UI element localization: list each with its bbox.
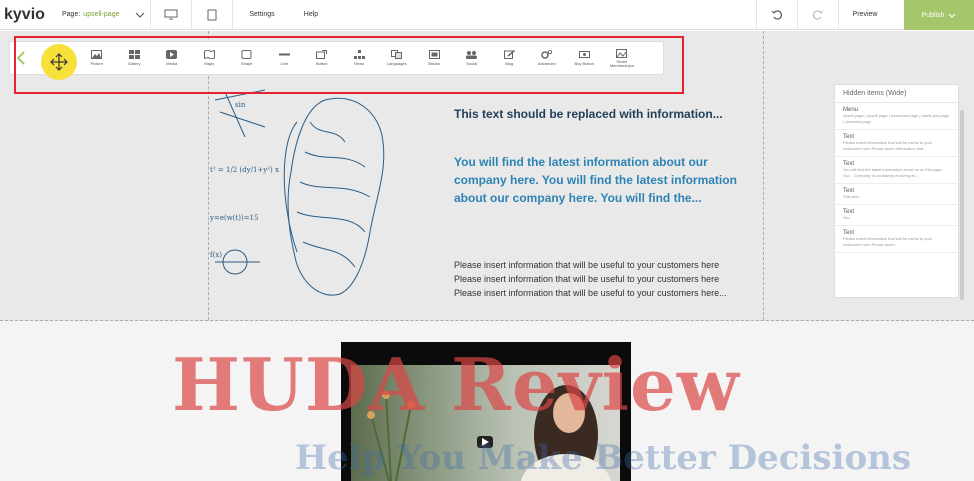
- desktop-view-button[interactable]: [151, 0, 191, 30]
- top-bar: kyvio Page: upsell-page Settings Help Pr…: [0, 0, 974, 30]
- svg-text:y=e(w(t))=15: y=e(w(t))=15: [209, 214, 258, 222]
- panel-scrollbar[interactable]: [960, 110, 964, 300]
- hidden-item[interactable]: Text Please insert information that will…: [835, 130, 958, 157]
- hidden-item-desc: You: [843, 215, 850, 220]
- move-handle[interactable]: [41, 44, 77, 80]
- page-label: Page:: [62, 11, 81, 18]
- hidden-item-desc: Please insert information that will be u…: [843, 140, 933, 151]
- hidden-item[interactable]: Text This text...: [835, 184, 958, 205]
- hidden-item[interactable]: Menu upsell-page | upsell-page | downloa…: [835, 103, 958, 130]
- hidden-item-desc: You will find the latest information abo…: [843, 167, 943, 178]
- svg-text:t² = 1/2 (dy/1+y²) x: t² = 1/2 (dy/1+y²) x: [210, 166, 279, 174]
- watermark-title: HUDA Review: [172, 342, 740, 427]
- chevron-down-icon: [949, 13, 956, 18]
- redo-icon: [813, 9, 824, 20]
- body-line: Please insert information that will be u…: [454, 274, 720, 284]
- svg-text:f(x): f(x): [210, 251, 222, 259]
- hidden-item-desc: upsell-page | upsell-page | download-pag…: [843, 113, 950, 124]
- body-line: Please insert information that will be u…: [454, 288, 727, 298]
- redo-button[interactable]: [798, 0, 838, 30]
- watermark-tagline: Help You Make Better Decisions: [295, 438, 912, 478]
- chevron-down-icon: [135, 12, 144, 18]
- hidden-item[interactable]: Text You will find the latest informatio…: [835, 157, 958, 184]
- svg-text:sin: sin: [235, 101, 246, 109]
- preview-button[interactable]: Preview: [839, 0, 891, 30]
- publish-button[interactable]: Publish: [904, 0, 974, 30]
- hidden-item[interactable]: Text Please insert information that will…: [835, 226, 958, 253]
- desktop-icon: [164, 9, 178, 20]
- section-heading[interactable]: This text should be replaced with inform…: [454, 107, 774, 121]
- hidden-item-desc: This text...: [843, 194, 862, 199]
- undo-button[interactable]: [757, 0, 797, 30]
- undo-icon: [771, 9, 782, 20]
- page-selector[interactable]: Page: upsell-page: [50, 11, 150, 18]
- hidden-item-desc: Please insert information that will be u…: [843, 236, 933, 247]
- body-line: Please insert information that will be u…: [454, 260, 720, 270]
- toolbar-highlight-box: [14, 36, 684, 94]
- info-paragraph[interactable]: You will find the latest information abo…: [454, 153, 754, 207]
- body-text-block[interactable]: Please insert information that will be u…: [454, 258, 754, 300]
- brain-illustration: sin t² = 1/2 (dy/1+y²) x y=e(w(t))=15 f(…: [209, 89, 385, 296]
- tablet-icon: [207, 9, 217, 20]
- settings-button[interactable]: Settings: [233, 0, 291, 30]
- help-button[interactable]: Help: [291, 0, 331, 30]
- publish-label: Publish: [921, 11, 945, 19]
- hidden-items-title: Hidden items (Wide): [835, 85, 958, 103]
- page-value: upsell-page: [83, 11, 120, 18]
- mobile-view-button[interactable]: [192, 0, 232, 30]
- hidden-item[interactable]: Text You: [835, 205, 958, 226]
- hidden-items-panel: Hidden items (Wide) Menu upsell-page | u…: [834, 84, 959, 298]
- kyvio-logo: kyvio: [4, 5, 45, 23]
- move-icon: [50, 53, 68, 71]
